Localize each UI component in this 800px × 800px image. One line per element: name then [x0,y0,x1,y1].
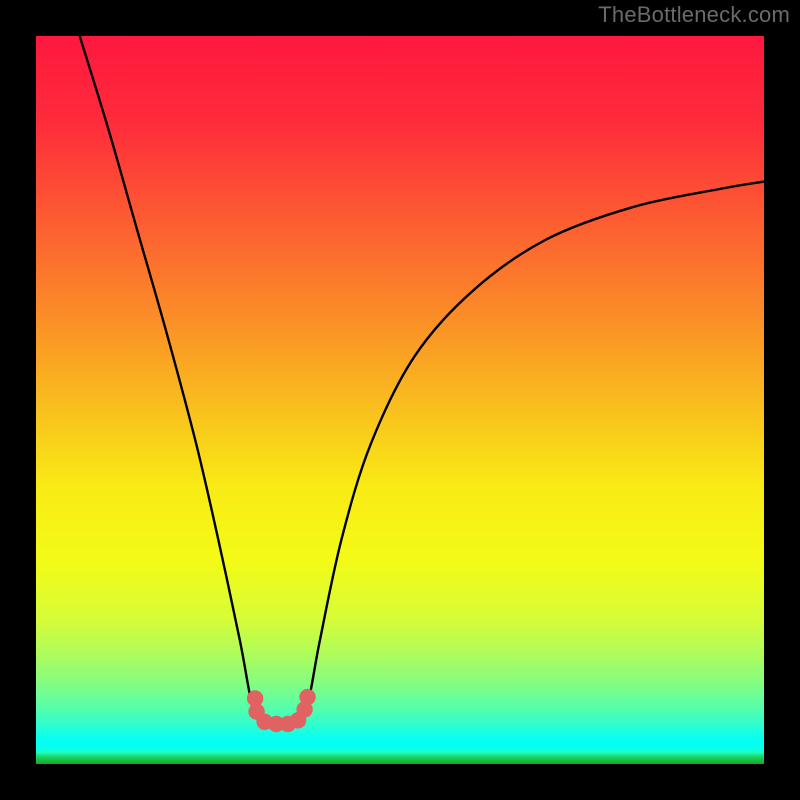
bottleneck-curve [36,36,764,764]
plot-area [36,36,764,764]
chart-frame: TheBottleneck.com [0,0,800,800]
curve-marker [299,689,315,705]
watermark-text: TheBottleneck.com [598,2,790,28]
